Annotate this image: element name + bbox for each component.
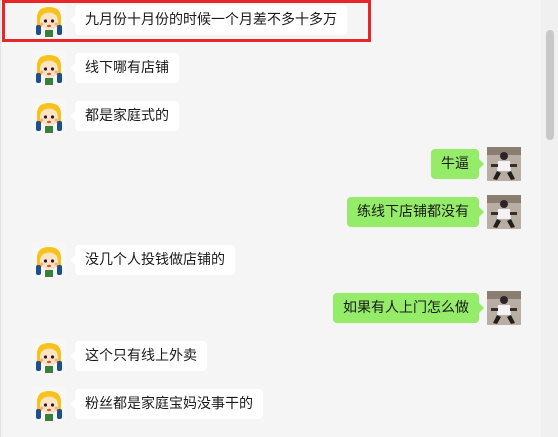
self-avatar[interactable] (487, 147, 521, 181)
message-bubble[interactable]: 九月份十月份的时候一个月差不多十多万 (70, 5, 347, 35)
self-avatar[interactable] (487, 291, 521, 325)
user-photo-avatar (487, 291, 521, 325)
contact-avatar[interactable] (32, 339, 66, 373)
message-row: 没几个人投钱做店铺的 (0, 243, 541, 281)
message-bubble[interactable]: 练线下店铺都没有 (347, 197, 484, 227)
cartoon-girl-avatar (32, 339, 66, 373)
message-bubble[interactable]: 这个只有线上外卖 (70, 341, 207, 371)
contact-avatar[interactable] (32, 387, 66, 421)
message-bubble[interactable]: 如果有人上门怎么做 (333, 293, 484, 323)
contact-avatar[interactable] (32, 99, 66, 133)
message-bubble[interactable]: 牛逼 (431, 149, 484, 179)
cartoon-girl-avatar (32, 387, 66, 421)
contact-avatar[interactable] (32, 243, 66, 277)
cartoon-girl-avatar (32, 99, 66, 133)
cartoon-girl-avatar (32, 243, 66, 277)
scrollbar-thumb[interactable] (546, 30, 554, 140)
user-photo-avatar (487, 147, 521, 181)
cartoon-girl-avatar (32, 51, 66, 85)
message-row: 牛逼 (0, 147, 541, 185)
message-bubble[interactable]: 没几个人投钱做店铺的 (70, 245, 235, 275)
message-row: 如果有人上门怎么做 (0, 291, 541, 329)
cartoon-girl-avatar (32, 3, 66, 37)
message-row: 都是家庭式的 (0, 99, 541, 137)
contact-avatar[interactable] (32, 3, 66, 37)
contact-avatar[interactable] (32, 51, 66, 85)
message-bubble[interactable]: 都是家庭式的 (70, 101, 179, 131)
message-row: 粉丝都是家庭宝妈没事干的 (0, 387, 541, 425)
message-row: 九月份十月份的时候一个月差不多十多万 (0, 3, 541, 41)
message-bubble[interactable]: 线下哪有店铺 (70, 53, 179, 83)
message-row: 线下哪有店铺 (0, 51, 541, 89)
self-avatar[interactable] (487, 195, 521, 229)
panel-divider (0, 0, 1, 437)
scrollbar[interactable] (541, 0, 558, 437)
message-row: 练线下店铺都没有 (0, 195, 541, 233)
message-bubble[interactable]: 粉丝都是家庭宝妈没事干的 (70, 389, 263, 419)
message-row: 这个只有线上外卖 (0, 339, 541, 377)
user-photo-avatar (487, 195, 521, 229)
chat-message-area[interactable]: 九月份十月份的时候一个月差不多十多万 线下哪有店铺 都是家庭式的牛逼练线下店铺都没有… (0, 0, 541, 437)
